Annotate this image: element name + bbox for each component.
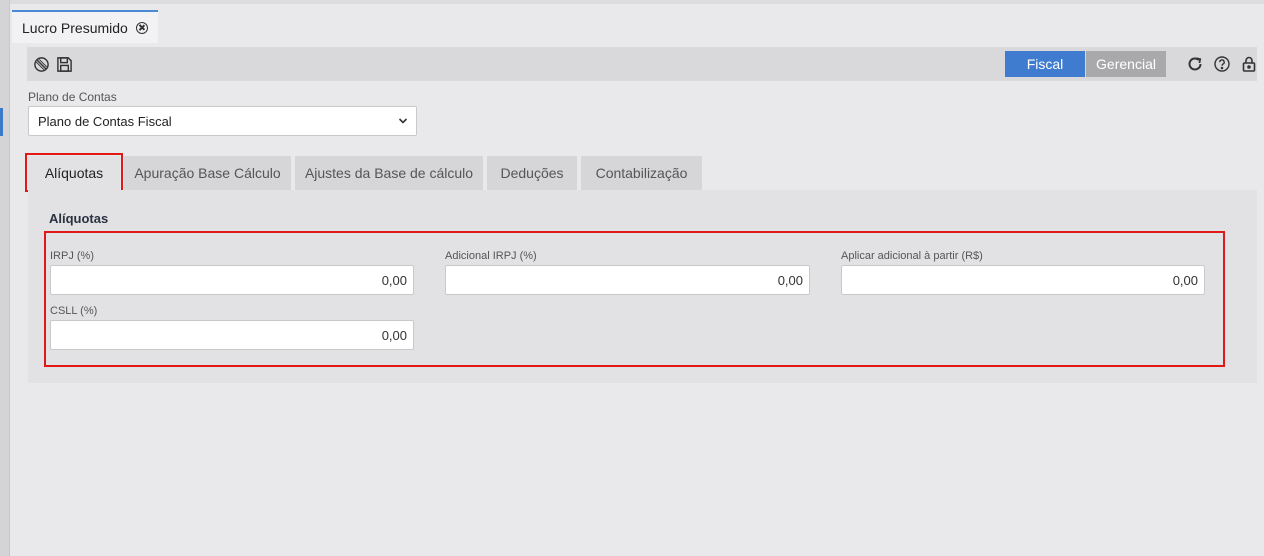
irpj-label: IRPJ (%) — [50, 250, 94, 262]
csll-group: CSLL (%) 0,00 — [50, 305, 414, 350]
plano-de-contas-value: Plano de Contas Fiscal — [38, 113, 172, 129]
tab-contabilizacao[interactable]: Contabilização — [581, 156, 702, 190]
fiscal-button[interactable]: Fiscal — [1005, 51, 1085, 77]
gerencial-button[interactable]: Gerencial — [1086, 51, 1166, 77]
rail-marker — [0, 108, 3, 136]
cancel-icon[interactable] — [32, 55, 50, 73]
aplicar-adicional-group: Aplicar adicional à partir (R$) 0,00 — [841, 250, 1205, 295]
toolbar-right-icons — [1186, 55, 1258, 73]
csll-input[interactable]: 0,00 — [50, 320, 414, 350]
aplicar-adicional-label: Aplicar adicional à partir (R$) — [841, 250, 983, 262]
close-tab-icon[interactable] — [135, 21, 148, 34]
document-tabs: Lucro Presumido — [12, 10, 158, 43]
adicional-irpj-label: Adicional IRPJ (%) — [445, 250, 537, 262]
tab-apuracao-base-calculo[interactable]: Apuração Base Cálculo — [124, 156, 291, 190]
top-divider — [10, 0, 1264, 4]
panel-title: Alíquotas — [49, 211, 109, 226]
plano-de-contas-label: Plano de Contas — [28, 90, 117, 104]
lock-icon[interactable] — [1240, 55, 1258, 73]
aplicar-adicional-input[interactable]: 0,00 — [841, 265, 1205, 295]
left-rail — [0, 0, 10, 556]
aliquotas-panel: Alíquotas IRPJ (%) 0,00 Adicional IRPJ (… — [28, 190, 1257, 383]
tabs: Alíquotas Apuração Base Cálculo Ajustes … — [28, 156, 702, 190]
toolbar: Fiscal Gerencial — [27, 47, 1257, 81]
adicional-irpj-input[interactable]: 0,00 — [445, 265, 810, 295]
irpj-group: IRPJ (%) 0,00 — [50, 250, 414, 295]
irpj-input[interactable]: 0,00 — [50, 265, 414, 295]
document-tab-lucro-presumido[interactable]: Lucro Presumido — [12, 10, 158, 43]
help-icon[interactable] — [1213, 55, 1231, 73]
csll-label: CSLL (%) — [50, 305, 98, 317]
refresh-icon[interactable] — [1186, 55, 1204, 73]
chevron-down-icon — [398, 118, 408, 124]
plano-de-contas-select[interactable]: Plano de Contas Fiscal — [28, 106, 417, 136]
tab-aliquotas[interactable]: Alíquotas — [28, 156, 120, 190]
tab-ajustes-base-calculo[interactable]: Ajustes da Base de cálculo — [295, 156, 483, 190]
document-tab-title: Lucro Presumido — [22, 19, 128, 36]
save-icon[interactable] — [55, 55, 73, 73]
tab-deducoes[interactable]: Deduções — [487, 156, 577, 190]
adicional-irpj-group: Adicional IRPJ (%) 0,00 — [445, 250, 810, 295]
fiscal-gerencial-toggle: Fiscal Gerencial — [1005, 51, 1166, 77]
